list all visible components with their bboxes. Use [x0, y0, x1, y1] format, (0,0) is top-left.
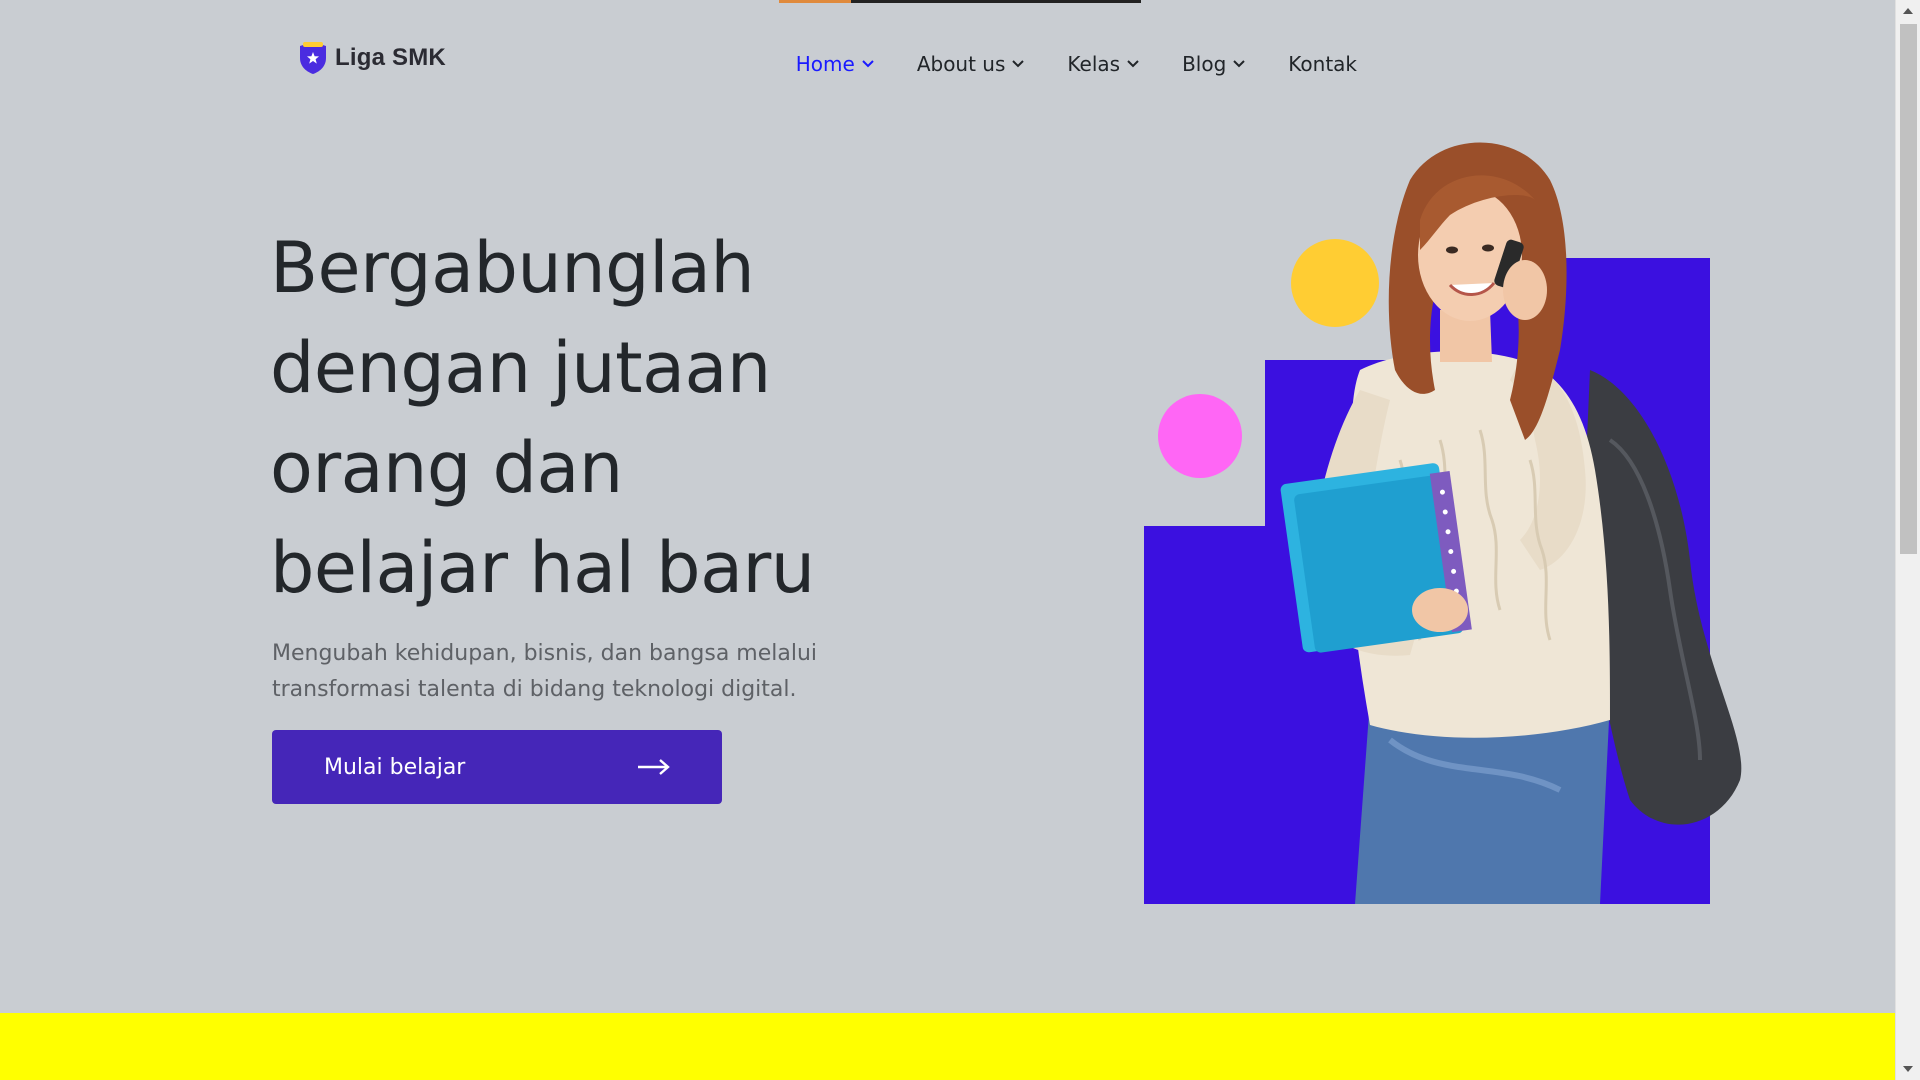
nav-item-label: Kelas [1067, 52, 1121, 76]
nav-item-blog[interactable]: Blog [1182, 52, 1246, 76]
brand-logo[interactable]: Liga SMK [297, 40, 446, 76]
nav-item-label: Blog [1182, 52, 1227, 76]
hero-title-line: belajar hal baru [270, 527, 815, 609]
page-load-progress [779, 0, 1141, 3]
decor-circle-pink [1158, 394, 1242, 478]
student-illustration [1144, 142, 1742, 904]
decor-circle-yellow [1291, 239, 1379, 327]
brand-name: Liga SMK [335, 44, 446, 71]
hero-illustration [1140, 140, 1760, 910]
start-learning-button[interactable]: Mulai belajar [272, 730, 722, 804]
section-band [0, 1013, 1895, 1080]
hero-title-line: orang dan [270, 427, 623, 509]
chevron-down-icon [1233, 60, 1245, 68]
scroll-thumb[interactable] [1900, 24, 1917, 554]
chevron-down-icon [862, 60, 874, 68]
nav-item-about-us[interactable]: About us [917, 52, 1026, 76]
hero-title-line: dengan jutaan [270, 327, 771, 409]
page: Liga SMK Home About us Kelas Blog Kontak… [0, 0, 1895, 1080]
main-nav: Home About us Kelas Blog Kontak [796, 52, 1357, 76]
chevron-down-icon [1012, 60, 1025, 68]
nav-item-kelas[interactable]: Kelas [1067, 52, 1140, 76]
hero-subtitle-line: Mengubah kehidupan, bisnis, dan bangsa m… [272, 641, 818, 666]
nav-item-label: Home [795, 52, 855, 76]
scroll-down-icon[interactable] [1903, 1066, 1913, 1072]
vertical-scrollbar[interactable] [1895, 0, 1920, 1080]
scroll-up-icon[interactable] [1903, 8, 1913, 14]
start-learning-label: Mulai belajar [324, 754, 466, 780]
hero-subtitle: Mengubah kehidupan, bisnis, dan bangsa m… [272, 636, 872, 708]
nav-item-label: Kontak [1288, 52, 1357, 76]
hero-title: Bergabunglah dengan jutaan orang dan bel… [270, 218, 910, 618]
nav-item-kontak[interactable]: Kontak [1288, 52, 1357, 76]
nav-item-label: About us [916, 52, 1006, 76]
nav-item-home[interactable]: Home [796, 52, 875, 76]
shield-star-icon [300, 42, 326, 74]
chevron-down-icon [1127, 60, 1139, 68]
hero-subtitle-line: transformasi talenta di bidang teknologi… [272, 677, 797, 702]
hero-title-line: Bergabunglah [270, 227, 755, 309]
arrow-right-icon [638, 759, 670, 775]
